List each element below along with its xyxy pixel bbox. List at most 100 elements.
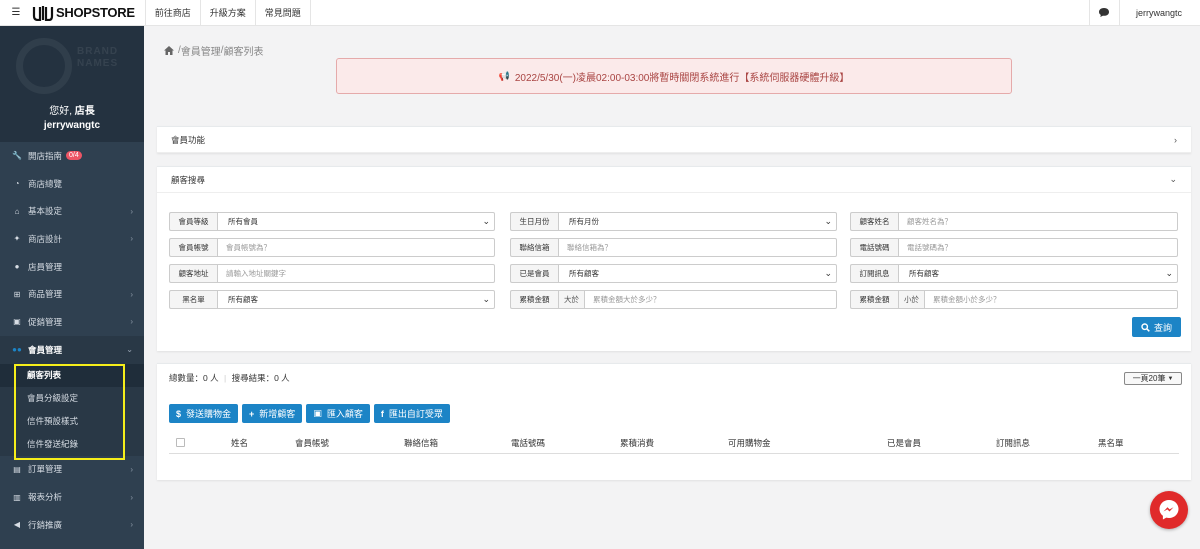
image-icon: ▣ [313,408,322,418]
maintenance-notice: 📢 2022/5/30(一)凌晨02:00-03:00將暫時關閉系統進行【系統伺… [336,58,1012,94]
nav-link-store[interactable]: 前往商店 [144,0,200,26]
phone-label: 電話號碼 [850,238,898,257]
sidebar-item-orders[interactable]: ▤ 訂單管理 › [0,456,144,484]
sidebar-item-reports[interactable]: ▥ 報表分析 › [0,483,144,511]
phone-input[interactable]: 電話號碼為？ [898,238,1178,257]
dropdown-icon: ⌄ [824,216,832,226]
dropdown-icon: ⌄ [482,216,490,226]
hamburger-icon[interactable]: ☰ [0,0,32,26]
sidebar-item-overview[interactable]: ◔ 商店總覽 [0,170,144,198]
is-member-select[interactable]: 所有顧客 ⌄ [558,264,837,283]
chat-icon[interactable] [1088,0,1119,26]
profile-username[interactable]: jerrywangtc [0,120,144,131]
submenu-member-levels[interactable]: 會員分級設定 [0,387,144,410]
select-all-checkbox[interactable] [176,438,185,447]
greeting: 您好, 店長 [49,106,95,117]
search-button[interactable]: 查詢 [1132,317,1181,337]
sidebar-item-products[interactable]: ⊞ 商品管理 › [0,280,144,308]
bullhorn-icon: ◀ [13,520,21,530]
chevron-down-icon: ⌄ [126,345,133,355]
profile-header: BRAND NAMES 您好, 店長 jerrywangtc [0,26,144,142]
dropdown-icon: ⌄ [1165,268,1173,278]
subscribe-label: 訂閱訊息 [850,264,898,283]
dollar-icon: $ [176,408,182,419]
chevron-right-icon: › [130,464,133,474]
bullhorn-icon: 📢 [498,70,510,81]
main-content: / 會員管理 / 顧客列表 📢 2022/5/30(一)凌晨02:00-03:0… [144,26,1200,549]
name-label: 顧客姓名 [850,212,898,231]
member-account-input[interactable]: 會員帳號為？ [217,238,495,257]
user-menu[interactable]: jerrywangtc [1118,0,1200,26]
total-gt-input[interactable]: 累積金額大於多少？ [584,290,837,309]
notice-text: 2022/5/30(一)凌晨02:00-03:00將暫時關閉系統進行【系統伺服器… [514,72,850,84]
chevron-down-icon: ⌄ [1169,174,1177,184]
import-customer-button[interactable]: ▣ 匯入顧客 [306,404,370,423]
total-lt-input[interactable]: 累積金額小於多少？ [924,290,1178,309]
blacklist-select[interactable]: 所有顧客 ⌄ [217,290,495,309]
submenu-customer-list[interactable]: 顧客列表 [0,363,144,387]
col-blacklist[interactable]: 黑名單 [1098,437,1124,449]
nav-link-upgrade[interactable]: 升級方案 [199,0,255,26]
dropdown-icon: ⌄ [482,294,490,304]
facebook-icon: f [380,408,384,419]
chevron-right-icon: › [1174,134,1177,145]
sidebar-item-staff[interactable]: ● 店員管理 [0,253,144,281]
col-name[interactable]: 姓名 [231,437,248,449]
customer-search-header[interactable]: 顧客搜尋 ⌄ [157,167,1191,193]
search-count: 搜尋結果：0 人 [231,373,290,383]
submenu-mail-log[interactable]: 信件發送紀錄 [0,433,144,456]
plus-icon: + [249,408,255,419]
chevron-right-icon: › [130,520,133,530]
sidebar-item-settings[interactable]: ⌂ 基本設定 › [0,197,144,225]
col-account[interactable]: 會員帳號 [295,437,329,449]
magic-icon: ✦ [13,234,21,244]
wrench-icon: 🔧 [12,151,22,161]
col-subscribe[interactable]: 訂閱訊息 [996,437,1030,449]
submenu-mail-templates[interactable]: 信件預設樣式 [0,410,144,433]
users-icon: ●● [12,345,22,355]
col-total[interactable]: 累積消費 [620,437,654,449]
messenger-icon[interactable] [1150,491,1188,529]
home-icon[interactable] [164,46,174,55]
table-header: 姓名 會員帳號 聯絡信箱 電話號碼 累積消費 可用購物金 已是會員 訂閱訊息 黑… [169,432,1179,454]
member-functions-header[interactable]: 會員功能 › [157,127,1191,153]
col-phone[interactable]: 電話號碼 [511,437,545,449]
gift-icon: ▣ [13,317,21,327]
sidebar-item-design[interactable]: ✦ 商店設計 › [0,225,144,253]
add-customer-button[interactable]: + 新增顧客 [242,404,303,423]
logo[interactable]: SHOPSTORE [32,0,145,26]
breadcrumb-current: 顧客列表 [223,47,264,58]
chevron-right-icon: › [130,317,133,327]
birth-label: 生日月份 [510,212,558,231]
sidebar: BRAND NAMES 您好, 店長 jerrywangtc 🔧 開店指南 0/4 ◔… [0,26,144,549]
sidebar-item-marketing[interactable]: ◀ 行銷推廣 › [0,511,144,539]
sidebar-item-guide[interactable]: 🔧 開店指南 0/4 [0,142,144,170]
export-audience-button[interactable]: f 匯出自訂受眾 [373,404,450,423]
total-count: 總數量：0 人 [169,373,219,383]
col-is-member[interactable]: 已是會員 [887,437,921,449]
email-input[interactable]: 聯絡信箱為？ [558,238,837,257]
nav-link-faq[interactable]: 常見問題 [254,0,311,26]
col-credit[interactable]: 可用購物金 [728,437,771,449]
sidebar-item-members[interactable]: ●● 會員管理 ⌄ [0,335,144,364]
result-stats: 總數量：0 人 | 搜尋結果：0 人 [169,373,290,383]
bank-icon: ⌂ [14,206,20,216]
file-icon: ▤ [13,464,21,474]
sidebar-item-promotions[interactable]: ▣ 促銷管理 › [0,308,144,336]
page-size-select[interactable]: 一頁20筆 ▼ [1124,372,1182,385]
email-label: 聯絡信箱 [510,238,558,257]
total-gt-prefix: 大於 [558,290,584,309]
member-functions-panel: 會員功能 › [157,126,1191,153]
total-lt-prefix: 小於 [898,290,924,309]
birth-month-select[interactable]: 所有月份 ⌄ [558,212,837,231]
breadcrumb-item[interactable]: 會員管理 [181,43,221,58]
address-input[interactable]: 請輸入地址關鍵字 [217,264,495,283]
breadcrumb: / 會員管理 / 顧客列表 [164,43,264,58]
dashboard-icon: ◔ [14,179,20,189]
send-credit-button[interactable]: $ 發送購物金 [169,404,239,423]
subscribe-select[interactable]: 所有顧客 ⌄ [898,264,1178,283]
col-email[interactable]: 聯絡信箱 [404,437,438,449]
customer-name-input[interactable]: 顧客姓名為？ [898,212,1178,231]
member-level-select[interactable]: 所有會員 ⌄ [217,212,495,231]
account-label: 會員帳號 [169,238,217,257]
